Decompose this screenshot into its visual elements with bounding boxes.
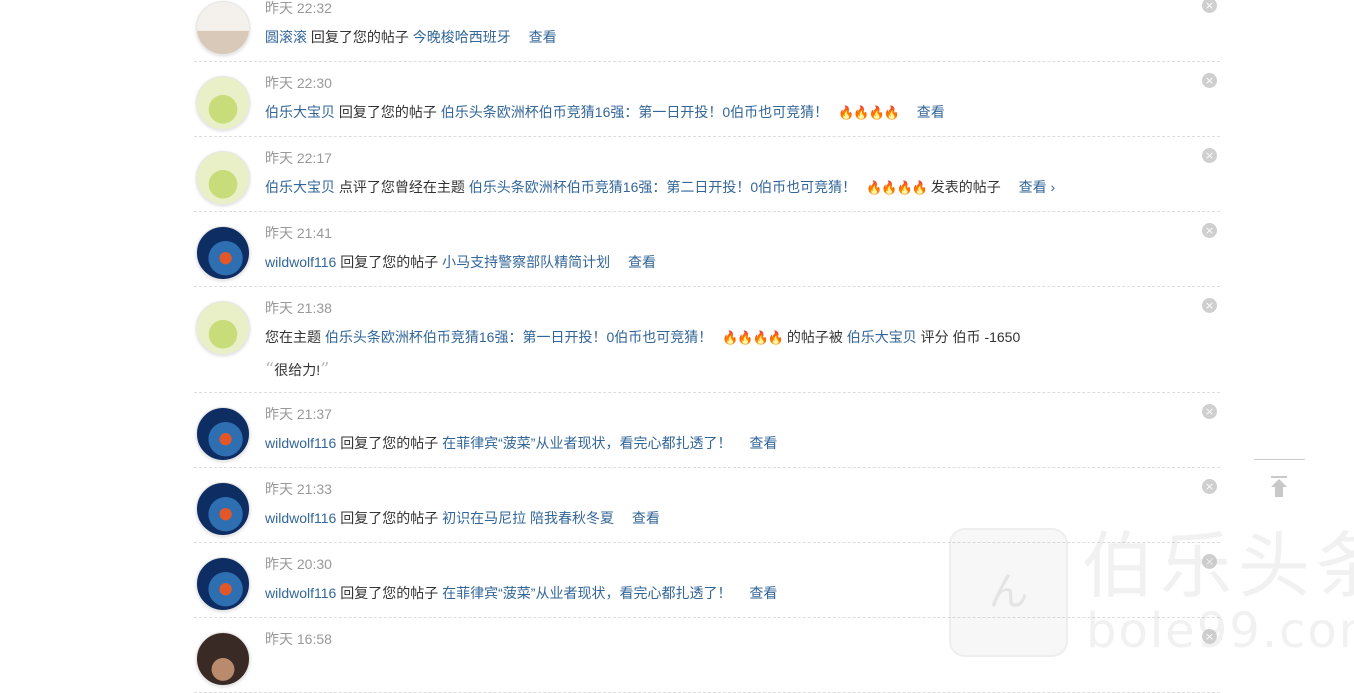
notification-time: 昨天 21:41 [265,225,332,241]
notification-time: 昨天 22:17 [265,150,332,166]
notification-item: 昨天 21:33 wildwolf116 回复了您的帖子 初识在马尼拉 陪我春秋… [194,468,1220,543]
back-to-top-button[interactable] [1254,459,1305,512]
view-link[interactable]: 查看 [632,510,660,526]
notification-time: 昨天 22:32 [265,0,332,16]
fire-icons: 🔥🔥🔥🔥 [866,180,928,195]
comment-text: 很给力! [274,362,321,378]
notification-text: wildwolf116 回复了您的帖子 初识在马尼拉 陪我春秋冬夏 查看 [265,508,1220,528]
close-icon[interactable]: × [1202,404,1217,419]
arrow-stem [1275,487,1283,497]
view-link[interactable]: 查看 [749,585,777,601]
post-link[interactable]: 初识在马尼拉 陪我春秋冬夏 [442,510,614,526]
avatar[interactable] [196,226,250,280]
action-text: 回复了您的帖子 [340,585,439,601]
notification-time: 昨天 21:38 [265,300,332,316]
prefix-text: 您在主题 [265,329,321,345]
avatar[interactable] [196,1,250,55]
avatar[interactable] [196,301,250,355]
notification-text: 伯乐大宝贝 回复了您的帖子 伯乐头条欧洲杯伯币竞猜16强：第一日开投！0伯币也可… [265,102,1220,123]
user-link[interactable]: wildwolf116 [265,510,336,526]
close-icon[interactable]: × [1202,479,1217,494]
notification-time: 昨天 20:30 [265,556,332,572]
post-link[interactable]: 小马支持警察部队精简计划 [442,254,610,270]
quote-close-icon: ” [320,359,330,380]
user-link[interactable]: 伯乐大宝贝 [265,179,335,195]
close-icon[interactable]: × [1202,298,1217,313]
close-icon[interactable]: × [1202,554,1217,569]
view-link[interactable]: 查看 [529,29,557,45]
avatar[interactable] [196,151,250,205]
action-text: 回复了您的帖子 [340,254,439,270]
notification-time: 昨天 22:30 [265,75,332,91]
user-link[interactable]: wildwolf116 [265,585,336,601]
close-icon[interactable]: × [1202,223,1217,238]
post-link[interactable]: 今晚梭哈西班牙 [413,29,511,45]
suffix-text: 发表的帖子 [930,179,1001,195]
user-link[interactable]: wildwolf116 [265,254,336,270]
action-text: 回复了您的帖子 [310,29,409,45]
notification-text: wildwolf116 回复了您的帖子 小马支持警察部队精简计划 查看 [265,252,1220,272]
avatar[interactable] [196,557,250,611]
post-link[interactable]: 伯乐头条欧洲杯伯币竞猜16强：第二日开投！0伯币也可竞猜！ [469,179,856,195]
notification-item: 昨天 21:38 您在主题 伯乐头条欧洲杯伯币竞猜16强：第一日开投！0伯币也可… [194,287,1220,393]
avatar[interactable] [196,76,250,130]
notification-item: 昨天 21:37 wildwolf116 回复了您的帖子 在菲律宾“菠菜”从业者… [194,393,1220,468]
notification-item: 昨天 16:58 × [194,618,1220,693]
close-icon[interactable]: × [1202,148,1217,163]
user-link[interactable]: 伯乐大宝贝 [265,104,335,120]
post-link[interactable]: 在菲律宾“菠菜”从业者现状，看完心都扎透了！ [442,585,731,601]
avatar[interactable] [196,632,250,686]
view-link[interactable]: 查看 [628,254,656,270]
notification-time: 昨天 21:33 [265,481,332,497]
post-link[interactable]: 在菲律宾“菠菜”从业者现状，看完心都扎透了！ [442,435,731,451]
action-text: 回复了您的帖子 [340,510,439,526]
notification-item: 昨天 21:41 wildwolf116 回复了您的帖子 小马支持警察部队精简计… [194,212,1220,287]
quote-open-icon: “ [265,359,275,380]
fire-icons: 🔥🔥🔥🔥 [838,105,900,120]
user-link[interactable]: 伯乐大宝贝 [847,329,917,345]
notification-text: 圆滚滚 回复了您的帖子 今晚梭哈西班牙 查看 [265,27,1220,47]
notification-item: 昨天 22:30 伯乐大宝贝 回复了您的帖子 伯乐头条欧洲杯伯币竞猜16强：第一… [194,62,1220,137]
avatar[interactable] [196,407,250,461]
rating-text: 评分 伯币 -1650 [920,329,1021,345]
action-text: 回复了您的帖子 [340,435,439,451]
notification-time: 昨天 16:58 [265,631,332,647]
notification-time: 昨天 21:37 [265,406,332,422]
view-link[interactable]: 查看 [917,104,945,120]
notification-item: 昨天 20:30 wildwolf116 回复了您的帖子 在菲律宾“菠菜”从业者… [194,543,1220,618]
view-link[interactable]: 查看 [749,435,777,451]
notification-text: wildwolf116 回复了您的帖子 在菲律宾“菠菜”从业者现状，看完心都扎透… [265,433,1220,453]
fire-icons: 🔥🔥🔥🔥 [722,330,784,345]
action-text: 点评了您曾经在主题 [338,179,465,195]
user-link[interactable]: wildwolf116 [265,435,336,451]
notification-text: 伯乐大宝贝 点评了您曾经在主题 伯乐头条欧洲杯伯币竞猜16强：第二日开投！0伯币… [265,177,1220,198]
close-icon[interactable]: × [1202,73,1217,88]
post-link[interactable]: 伯乐头条欧洲杯伯币竞猜16强：第一日开投！0伯币也可竞猜！ [325,329,712,345]
middle-text: 的帖子被 [786,329,843,345]
notification-text: wildwolf116 回复了您的帖子 在菲律宾“菠菜”从业者现状，看完心都扎透… [265,583,1220,603]
notification-list: 昨天 22:32 圆滚滚 回复了您的帖子 今晚梭哈西班牙 查看 × 昨天 22:… [194,0,1220,693]
notification-text: 您在主题 伯乐头条欧洲杯伯币竞猜16强：第一日开投！0伯币也可竞猜！ 🔥🔥🔥🔥 的… [265,327,1220,348]
post-link[interactable]: 伯乐头条欧洲杯伯币竞猜16强：第一日开投！0伯币也可竞猜！ [441,104,828,120]
notification-item: 昨天 22:32 圆滚滚 回复了您的帖子 今晚梭哈西班牙 查看 × [194,0,1220,62]
action-text: 回复了您的帖子 [338,104,437,120]
arrow-head [1271,479,1287,487]
rating-comment: “很给力!” [265,360,1220,380]
notification-item: 昨天 22:17 伯乐大宝贝 点评了您曾经在主题 伯乐头条欧洲杯伯币竞猜16强：… [194,137,1220,212]
view-link[interactable]: 查看 › [1019,179,1056,195]
arrow-up-to-line-icon [1271,476,1287,478]
user-link[interactable]: 圆滚滚 [265,29,307,45]
avatar[interactable] [196,482,250,536]
close-icon[interactable]: × [1202,629,1217,644]
